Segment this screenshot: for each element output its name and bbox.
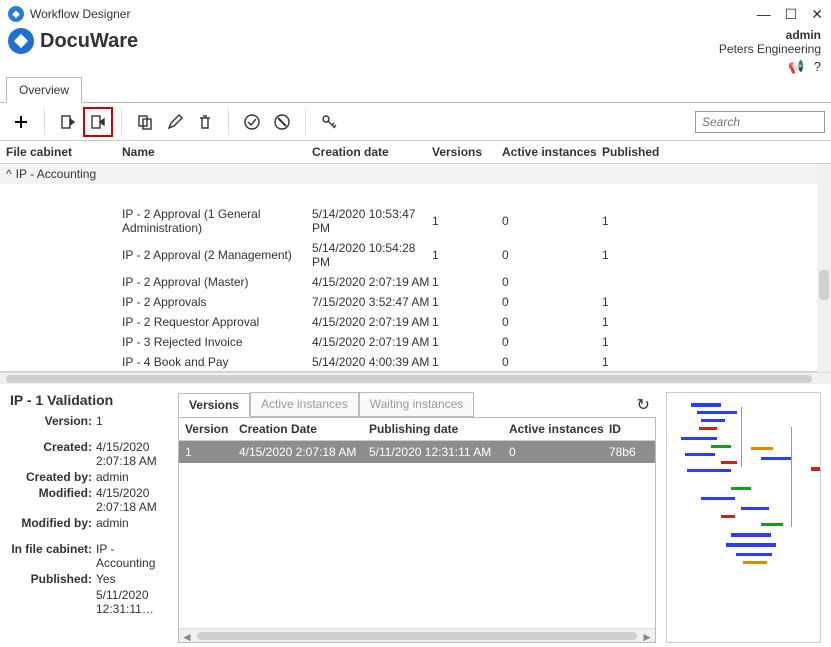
user-org: Peters Engineering: [719, 42, 821, 56]
versions-hscroll[interactable]: ◄►: [179, 628, 655, 642]
user-block: admin Peters Engineering 📢 ?: [719, 28, 821, 74]
export-button[interactable]: [83, 107, 113, 137]
details-panel: IP - 1 Validation Version:1 Created:4/15…: [0, 384, 831, 647]
titlebar: ◆ Workflow Designer — ☐ ✕: [0, 0, 831, 28]
table-row[interactable]: IP - 2 Approval (Master)4/15/2020 2:07:1…: [0, 272, 831, 292]
table-row[interactable]: IP - 2 Approvals7/15/2020 3:52:47 AM101: [0, 292, 831, 312]
details-versions: Versions Active instances Waiting instan…: [178, 392, 656, 643]
toolbar: [0, 103, 831, 141]
horizontal-scrollbar[interactable]: [0, 372, 831, 384]
subtab-waiting[interactable]: Waiting instances: [359, 392, 475, 416]
versions-grid-header: Version Creation Date Publishing date Ac…: [179, 418, 655, 441]
window-title: Workflow Designer: [30, 7, 130, 21]
brand-logo-icon: [8, 28, 34, 54]
table-row[interactable]: IP - 3 Rejected Invoice4/15/2020 2:07:19…: [0, 332, 831, 352]
help-icon[interactable]: ?: [814, 59, 821, 74]
maximize-button[interactable]: ☐: [785, 6, 798, 23]
permissions-button[interactable]: [314, 107, 344, 137]
vertical-scrollbar[interactable]: [817, 164, 831, 372]
table-row[interactable]: IP - 2 Approval (1 General Administratio…: [0, 204, 831, 238]
search-input[interactable]: [695, 111, 825, 133]
unpublish-button[interactable]: [267, 107, 297, 137]
table-row[interactable]: IP - 1 Validation4/15/2020 2:07:18 AM101: [0, 184, 831, 204]
details-title: IP - 1 Validation: [10, 392, 168, 408]
search-box: [695, 111, 825, 133]
subtab-active[interactable]: Active instances: [250, 392, 359, 416]
grid-body[interactable]: ^IP - Accounting IP - 1 Validation4/15/2…: [0, 164, 831, 372]
details-info: IP - 1 Validation Version:1 Created:4/15…: [10, 392, 168, 643]
col-published[interactable]: Published: [602, 145, 682, 159]
announce-icon[interactable]: 📢: [788, 59, 804, 74]
add-button[interactable]: [6, 107, 36, 137]
col-active-instances[interactable]: Active instances: [502, 145, 602, 159]
publish-button[interactable]: [237, 107, 267, 137]
brand-name: DocuWare: [40, 30, 138, 53]
refresh-button[interactable]: ↻: [631, 395, 656, 415]
sub-tabs: Versions Active instances Waiting instan…: [178, 392, 474, 417]
main-tabs: Overview: [0, 76, 831, 103]
tab-overview[interactable]: Overview: [6, 77, 82, 103]
close-button[interactable]: ✕: [811, 6, 823, 23]
col-creation-date[interactable]: Creation date: [312, 145, 432, 159]
table-row[interactable]: IP - 2 Requestor Approval4/15/2020 2:07:…: [0, 312, 831, 332]
group-row[interactable]: ^IP - Accounting: [0, 164, 831, 184]
subtab-versions[interactable]: Versions: [178, 393, 250, 417]
brand: DocuWare: [8, 28, 138, 54]
table-row[interactable]: IP - 4 Book and Pay5/14/2020 4:00:39 AM1…: [0, 352, 831, 372]
import-button[interactable]: [53, 107, 83, 137]
col-file-cabinet[interactable]: File cabinet: [6, 145, 122, 159]
user-name: admin: [719, 28, 821, 42]
table-row[interactable]: IP - 2 Approval (2 Management)5/14/2020 …: [0, 238, 831, 272]
edit-button[interactable]: [160, 107, 190, 137]
delete-button[interactable]: [190, 107, 220, 137]
col-name[interactable]: Name: [122, 145, 312, 159]
workflow-diagram-preview[interactable]: [666, 392, 821, 643]
copy-button[interactable]: [130, 107, 160, 137]
versions-grid-row[interactable]: 1 4/15/2020 2:07:18 AM 5/11/2020 12:31:1…: [179, 441, 655, 463]
collapse-icon[interactable]: ^: [6, 167, 12, 181]
app-icon: ◆: [8, 6, 24, 22]
grid-header: File cabinet Name Creation date Versions…: [0, 141, 831, 164]
col-versions[interactable]: Versions: [432, 145, 502, 159]
minimize-button[interactable]: —: [757, 6, 771, 23]
brand-row: DocuWare admin Peters Engineering 📢 ?: [0, 28, 831, 76]
versions-grid: Version Creation Date Publishing date Ac…: [178, 417, 656, 643]
